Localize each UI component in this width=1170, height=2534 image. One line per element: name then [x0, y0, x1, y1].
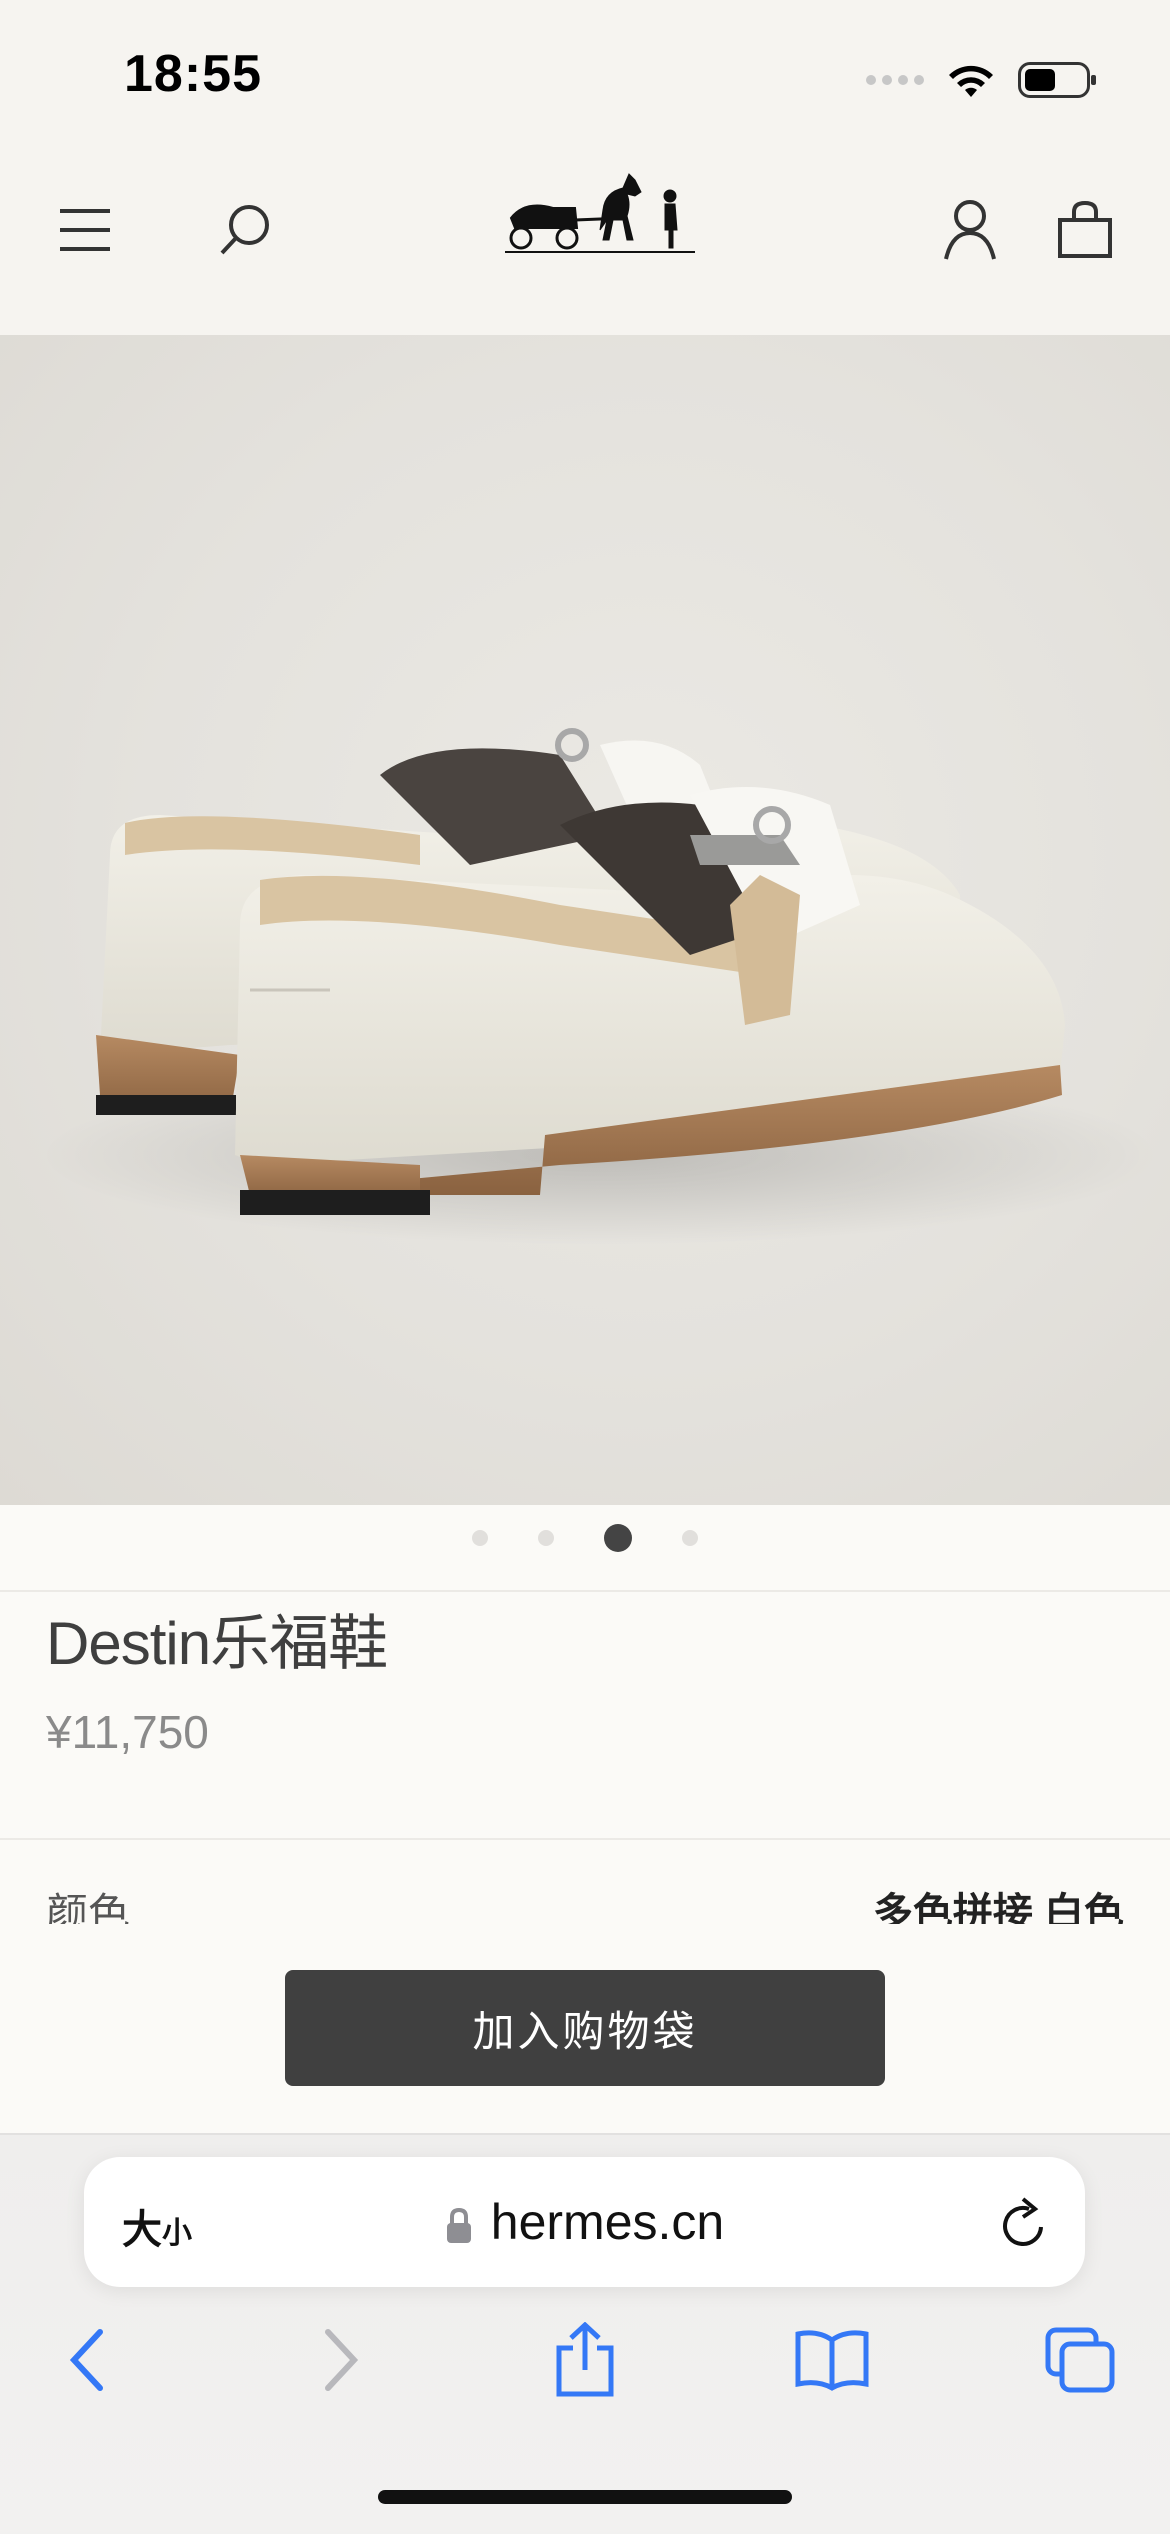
tabs-icon[interactable]	[1040, 2320, 1120, 2400]
site-header	[0, 140, 1170, 335]
reload-icon[interactable]	[997, 2195, 1049, 2251]
forward-icon[interactable]	[300, 2320, 380, 2400]
status-bar: 18:55	[0, 0, 1170, 140]
home-indicator	[378, 2490, 792, 2504]
battery-icon	[1018, 62, 1096, 98]
color-label: 颜色	[46, 1890, 131, 1924]
url-display[interactable]: hermes.cn	[84, 2193, 1085, 2251]
bag-icon[interactable]	[1050, 195, 1120, 265]
search-icon[interactable]	[210, 195, 280, 265]
bookmarks-icon[interactable]	[792, 2320, 872, 2400]
cellular-signal-icon	[866, 75, 924, 85]
hermes-logo[interactable]	[505, 170, 695, 265]
account-icon[interactable]	[935, 195, 1005, 265]
lock-icon	[446, 2207, 471, 2243]
loafer-illustration	[40, 728, 1160, 1245]
address-bar[interactable]: 大小 hermes.cn	[84, 2157, 1085, 2287]
wifi-icon	[949, 65, 993, 97]
back-icon[interactable]	[48, 2320, 128, 2400]
carousel-dots	[0, 1520, 1170, 1556]
domain-text: hermes.cn	[490, 2194, 725, 2250]
menu-icon[interactable]	[50, 195, 120, 265]
color-value: 多色拼接 白色	[872, 1891, 1124, 1924]
status-time: 18:55	[124, 45, 262, 103]
divider	[0, 1838, 1170, 1840]
product-price: ¥11,750	[46, 1706, 209, 1758]
status-indicators	[866, 52, 1096, 108]
carousel-dot[interactable]	[682, 1530, 698, 1546]
carousel-dot-active[interactable]	[604, 1524, 632, 1552]
divider	[0, 1590, 1170, 1592]
share-icon[interactable]	[545, 2320, 625, 2400]
product-title: Destin乐福鞋	[46, 1610, 388, 1677]
product-image[interactable]	[0, 335, 1170, 1505]
color-row[interactable]: 颜色 多色拼接 白色	[46, 1880, 1124, 1924]
add-to-bag-button[interactable]: 加入购物袋	[285, 1970, 885, 2086]
carousel-dot[interactable]	[538, 1530, 554, 1546]
carousel-dot[interactable]	[472, 1530, 488, 1546]
